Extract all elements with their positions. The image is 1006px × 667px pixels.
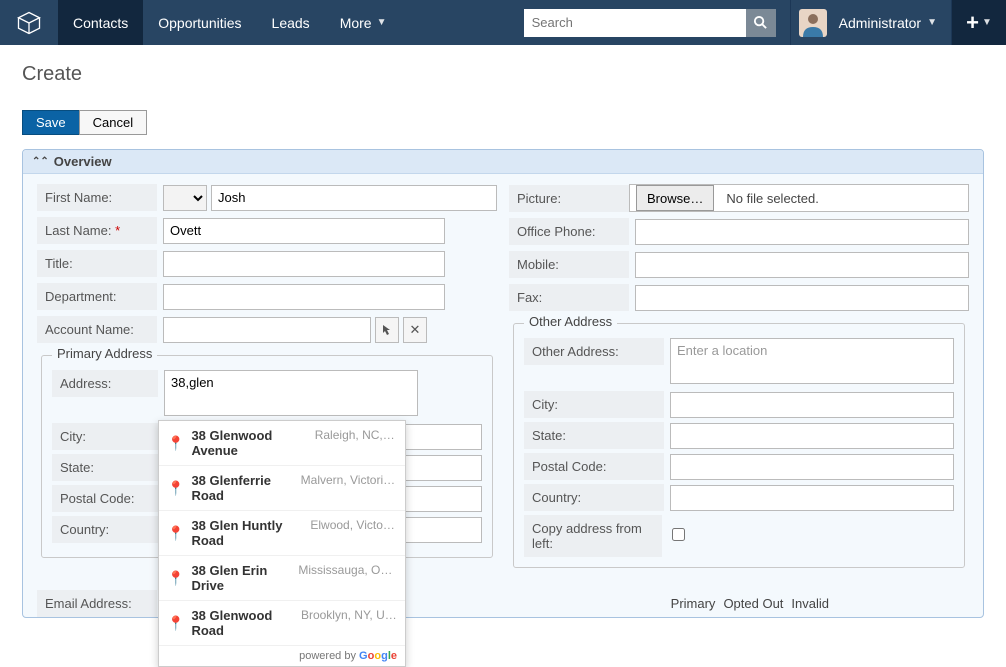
other-country-label: Country:: [524, 484, 664, 511]
salutation-select[interactable]: [163, 185, 207, 211]
address-autocomplete: 📍 38 Glenwood AvenueRaleigh, NC, U... 📍 …: [158, 420, 406, 667]
other-address-input[interactable]: [670, 338, 954, 384]
autocomplete-main: 38 Glen Erin Drive: [191, 563, 294, 593]
nav-more-label: More: [340, 15, 372, 31]
nav-more[interactable]: More ▼: [325, 0, 402, 45]
other-address-label: Other Address:: [524, 338, 664, 365]
cursor-icon: [381, 324, 393, 336]
other-postal-input[interactable]: [670, 454, 954, 480]
autocomplete-item[interactable]: 📍 38 Glenferrie RoadMalvern, Victoria, .…: [159, 466, 405, 511]
overview-panel: ⌃⌃ Overview First Name: Last Name: *: [22, 149, 984, 618]
pin-icon: 📍: [167, 480, 184, 497]
page-title: Create: [22, 63, 984, 86]
fax-input[interactable]: [635, 285, 969, 311]
department-label: Department:: [37, 283, 157, 310]
autocomplete-sub: Malvern, Victoria, ...: [301, 473, 397, 503]
user-menu[interactable]: Administrator ▼: [790, 0, 951, 45]
collapse-icon: ⌃⌃: [32, 156, 49, 167]
nav-opportunities[interactable]: Opportunities: [143, 0, 256, 45]
email-address-label: Email Address:: [37, 590, 157, 617]
file-status: No file selected.: [718, 191, 819, 206]
nav-leads-label: Leads: [272, 15, 310, 31]
other-city-label: City:: [524, 391, 664, 418]
select-account-button[interactable]: [375, 317, 399, 343]
panel-header[interactable]: ⌃⌃ Overview: [23, 150, 983, 174]
search-input[interactable]: [524, 9, 746, 37]
mobile-label: Mobile:: [509, 251, 629, 278]
chevron-down-icon: ▼: [927, 17, 951, 28]
nav-leads[interactable]: Leads: [257, 0, 325, 45]
pin-icon: 📍: [167, 435, 184, 452]
primary-address-legend: Primary Address: [52, 346, 157, 361]
other-city-input[interactable]: [670, 392, 954, 418]
country-label: Country:: [52, 516, 158, 543]
primary-address-fieldset: Primary Address Address: 📍 38 Glenwood A…: [41, 355, 493, 558]
autocomplete-sub: Raleigh, NC, U...: [315, 428, 397, 458]
avatar: [799, 9, 827, 37]
copy-address-label: Copy address from left:: [524, 515, 662, 557]
plus-icon: +: [966, 10, 979, 36]
autocomplete-main: 38 Glenferrie Road: [191, 473, 296, 503]
autocomplete-main: 38 Glenwood Avenue: [191, 428, 310, 458]
autocomplete-item[interactable]: 📍 38 Glen Erin DriveMississauga, ON, ...: [159, 556, 405, 601]
autocomplete-main: 38 Glen Huntly Road: [191, 518, 306, 548]
other-state-input[interactable]: [670, 423, 954, 449]
fax-label: Fax:: [509, 284, 629, 311]
office-phone-input[interactable]: [635, 219, 969, 245]
quick-create-button[interactable]: + ▼: [951, 0, 1006, 45]
pin-icon: 📍: [167, 525, 184, 542]
email-opted-out-header: Opted Out: [723, 596, 783, 611]
mobile-input[interactable]: [635, 252, 969, 278]
autocomplete-sub: Mississauga, ON, ...: [298, 563, 397, 593]
save-button[interactable]: Save: [22, 110, 80, 135]
other-postal-label: Postal Code:: [524, 453, 664, 480]
browse-button[interactable]: Browse…: [636, 185, 714, 211]
office-phone-label: Office Phone:: [509, 218, 629, 245]
title-label: Title:: [37, 250, 157, 277]
chevron-down-icon: ▼: [982, 17, 992, 28]
other-country-input[interactable]: [670, 485, 954, 511]
last-name-input[interactable]: [163, 218, 445, 244]
city-label: City:: [52, 423, 158, 450]
search-button[interactable]: [746, 9, 776, 37]
state-label: State:: [52, 454, 158, 481]
search-icon: [753, 15, 768, 30]
other-address-fieldset: Other Address Other Address: City: State…: [513, 323, 965, 568]
autocomplete-item[interactable]: 📍 38 Glenwood AvenueRaleigh, NC, U...: [159, 421, 405, 466]
clear-account-button[interactable]: ✕: [403, 317, 427, 343]
first-name-input[interactable]: [211, 185, 497, 211]
nav-contacts[interactable]: Contacts: [58, 0, 143, 45]
pin-icon: 📍: [167, 615, 184, 632]
logo[interactable]: [0, 0, 58, 45]
picture-label: Picture:: [509, 185, 629, 212]
panel-title: Overview: [54, 154, 112, 169]
other-state-label: State:: [524, 422, 664, 449]
cancel-button[interactable]: Cancel: [79, 110, 147, 135]
autocomplete-main: 38 Glenwood Road: [191, 608, 297, 638]
other-address-legend: Other Address: [524, 314, 617, 329]
close-icon: ✕: [410, 322, 421, 338]
account-name-input[interactable]: [163, 317, 371, 343]
nav-opportunities-label: Opportunities: [158, 15, 241, 31]
autocomplete-sub: Brooklyn, NY, Unit...: [301, 608, 397, 638]
last-name-label: Last Name: *: [37, 217, 157, 244]
chevron-down-icon: ▼: [377, 17, 387, 28]
department-input[interactable]: [163, 284, 445, 310]
email-primary-header: Primary: [671, 596, 716, 611]
autocomplete-footer: powered by Google: [159, 646, 405, 666]
postal-code-label: Postal Code:: [52, 485, 158, 512]
address-label: Address:: [52, 370, 158, 397]
account-name-label: Account Name:: [37, 316, 157, 343]
autocomplete-item[interactable]: 📍 38 Glenwood RoadBrooklyn, NY, Unit...: [159, 601, 405, 646]
autocomplete-sub: Elwood, Victoria...: [310, 518, 397, 548]
copy-address-checkbox[interactable]: [672, 528, 685, 541]
pin-icon: 📍: [167, 570, 184, 587]
nav-contacts-label: Contacts: [73, 15, 128, 31]
primary-address-input[interactable]: [164, 370, 418, 416]
title-input[interactable]: [163, 251, 445, 277]
autocomplete-item[interactable]: 📍 38 Glen Huntly RoadElwood, Victoria...: [159, 511, 405, 556]
first-name-label: First Name:: [37, 184, 157, 211]
user-name: Administrator: [827, 15, 927, 31]
email-invalid-header: Invalid: [791, 596, 829, 611]
